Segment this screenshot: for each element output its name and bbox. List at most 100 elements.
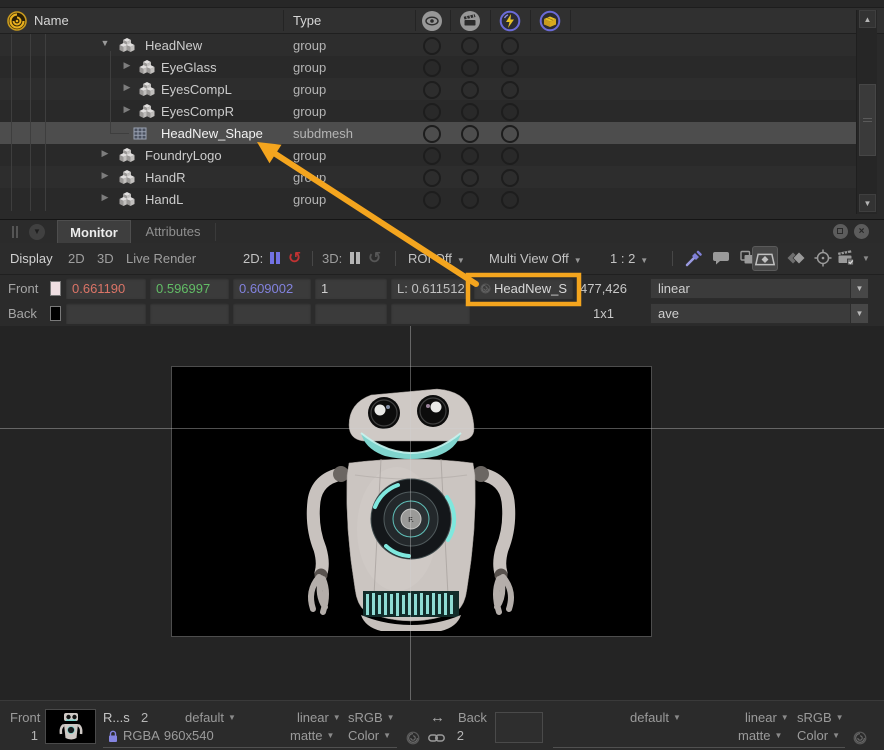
movie-toggle[interactable]	[461, 147, 479, 165]
live-render-toggle[interactable]	[501, 169, 519, 187]
refresh-3d-icon[interactable]: ↺	[368, 248, 381, 268]
chevron-down-icon: ▼	[640, 256, 648, 265]
pause-3d-icon[interactable]	[350, 252, 360, 264]
chevron-down-icon: ▼	[387, 713, 395, 722]
live-render-toggle[interactable]	[501, 81, 519, 99]
mode-2d-button[interactable]: 2D	[68, 251, 85, 266]
refresh-2d-icon[interactable]: ↺	[288, 248, 301, 268]
rendered-image[interactable]: F.	[171, 366, 652, 637]
live-render-toggle[interactable]	[501, 103, 519, 121]
panel-menu-icon[interactable]: ▼	[29, 224, 45, 240]
live-render-toggle[interactable]	[501, 59, 519, 77]
movie-toggle[interactable]	[461, 81, 479, 99]
sample-mode-dropdown[interactable]: ave▼	[650, 303, 869, 324]
live-render-toggle[interactable]	[501, 125, 519, 143]
tree-row-EyeGlass[interactable]: ▶EyeGlassgroup	[0, 56, 856, 78]
scroll-down-icon[interactable]: ▼	[859, 194, 876, 212]
tree-scrollbar[interactable]: ▲ ▼	[856, 10, 877, 214]
movie-toggle[interactable]	[461, 125, 479, 143]
visibility-toggle[interactable]	[423, 59, 441, 77]
movie-toggle[interactable]	[461, 191, 479, 209]
multi-view-dropdown[interactable]: Multi View Off▼	[489, 251, 582, 266]
visibility-toggle[interactable]	[423, 37, 441, 55]
visibility-toggle[interactable]	[423, 103, 441, 121]
tree-row-HeadNew_Shape[interactable]: HeadNew_Shapesubdmesh	[0, 122, 856, 144]
float-panel-icon[interactable]	[833, 224, 848, 239]
comment-bubble-icon[interactable]	[712, 248, 732, 268]
roi-dropdown[interactable]: ROI Off▼	[408, 251, 465, 266]
double-diamond-icon[interactable]	[786, 248, 806, 268]
back-channel-thumbnail[interactable]	[495, 712, 543, 743]
visibility-toggle[interactable]	[423, 125, 441, 143]
collapse-arrow-icon[interactable]: ▶	[99, 170, 111, 181]
close-panel-icon[interactable]: ×	[854, 224, 869, 239]
back-preset-dropdown[interactable]: default▼	[630, 710, 681, 725]
projection-button[interactable]	[752, 246, 778, 271]
collapse-arrow-icon[interactable]: ▶	[121, 60, 133, 71]
scroll-up-icon[interactable]: ▲	[859, 10, 876, 28]
live-render-button[interactable]: Live Render	[126, 251, 196, 266]
collapse-arrow-icon[interactable]: ▶	[121, 82, 133, 93]
visibility-toggle[interactable]	[423, 191, 441, 209]
movie-toggle[interactable]	[461, 37, 479, 55]
front-channel-name[interactable]: R...s	[103, 710, 130, 725]
front-colorspace-dropdown[interactable]: linear▼	[650, 278, 869, 299]
pause-3d-label: 3D:	[322, 251, 342, 266]
tree-row-HandL[interactable]: ▶HandLgroup	[0, 188, 856, 210]
back-matte-dropdown[interactable]: matte▼	[738, 728, 782, 743]
tree-row-EyesCompR[interactable]: ▶EyesCompRgroup	[0, 100, 856, 122]
column-header-name[interactable]: Name	[34, 13, 69, 28]
front-channel-thumbnail[interactable]	[45, 709, 96, 744]
mari-logo-icon	[7, 11, 27, 31]
collapse-arrow-icon[interactable]: ▶	[121, 104, 133, 115]
lock-icon[interactable]	[108, 730, 118, 743]
live-render-toggle[interactable]	[501, 37, 519, 55]
back-display-dropdown[interactable]: sRGB▼	[797, 710, 844, 725]
front-matte-dropdown[interactable]: matte▼	[290, 728, 334, 743]
mode-3d-button[interactable]: 3D	[97, 251, 114, 266]
tree-row-HeadNew[interactable]: ▼HeadNewgroup	[0, 34, 856, 56]
panel-grip[interactable]	[12, 226, 14, 238]
front-colorspace-dropdown[interactable]: linear▼	[297, 710, 341, 725]
tab-attributes[interactable]: Attributes	[131, 220, 215, 243]
eyedropper-icon[interactable]	[684, 248, 704, 268]
ratio-dropdown[interactable]: 1 : 2▼	[610, 251, 648, 266]
box-icon[interactable]	[539, 10, 561, 32]
visibility-toggle[interactable]	[423, 147, 441, 165]
movie-toggle[interactable]	[461, 59, 479, 77]
footer-front-label: Front	[10, 710, 40, 725]
live-render-toggle[interactable]	[501, 191, 519, 209]
tree-row-EyesCompL[interactable]: ▶EyesCompLgroup	[0, 78, 856, 100]
front-preset-dropdown[interactable]: default▼	[185, 710, 236, 725]
clapperboard-icon[interactable]	[459, 10, 481, 32]
pause-2d-icon[interactable]	[270, 252, 280, 264]
link-channels-icon[interactable]	[428, 733, 445, 743]
tree-row-HandR[interactable]: ▶HandRgroup	[0, 166, 856, 188]
front-display-dropdown[interactable]: sRGB▼	[348, 710, 395, 725]
movie-toggle[interactable]	[461, 169, 479, 187]
column-header-type[interactable]: Type	[293, 13, 321, 28]
eye-icon[interactable]	[421, 10, 443, 32]
live-render-toggle[interactable]	[501, 147, 519, 165]
back-color-dropdown[interactable]: Color▼	[797, 728, 840, 743]
chevron-down-icon: ▼	[836, 713, 844, 722]
swap-front-back-icon[interactable]: ↔	[430, 709, 445, 726]
collapse-arrow-icon[interactable]: ▶	[99, 148, 111, 159]
expand-arrow-icon[interactable]: ▼	[99, 38, 111, 48]
lightning-icon[interactable]	[499, 10, 521, 32]
chevron-down-icon[interactable]: ▼	[862, 254, 870, 263]
visibility-toggle[interactable]	[423, 169, 441, 187]
front-color-dropdown[interactable]: Color▼	[348, 728, 391, 743]
movie-toggle[interactable]	[461, 103, 479, 121]
target-icon[interactable]	[813, 248, 833, 268]
render-clapperboard-icon[interactable]	[836, 248, 856, 268]
footer-back-label: Back	[458, 710, 487, 725]
back-colorspace-dropdown[interactable]: linear▼	[745, 710, 789, 725]
collapse-arrow-icon[interactable]: ▶	[99, 192, 111, 203]
scrollbar-thumb[interactable]	[859, 84, 876, 156]
tree-row-FoundryLogo[interactable]: ▶FoundryLogogroup	[0, 144, 856, 166]
monitor-viewport[interactable]: F.	[0, 326, 884, 700]
panel-grip[interactable]	[16, 226, 18, 238]
tab-monitor[interactable]: Monitor	[57, 220, 131, 243]
visibility-toggle[interactable]	[423, 81, 441, 99]
